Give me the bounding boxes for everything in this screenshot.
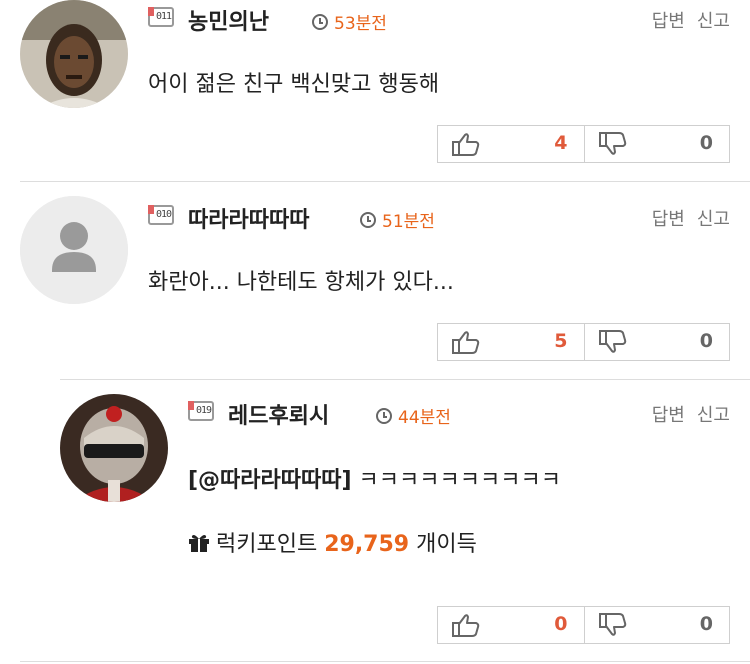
comment-actions: 답변 신고 bbox=[640, 7, 730, 33]
level-badge: 010 bbox=[148, 205, 174, 225]
comment-actions: 답변 신고 bbox=[640, 205, 730, 231]
thumbs-down-icon bbox=[598, 132, 626, 155]
upvote-button[interactable]: 4 bbox=[438, 126, 584, 162]
clock-icon bbox=[312, 14, 328, 30]
vote-bar: 5 0 bbox=[437, 323, 730, 361]
nickname[interactable]: 따라라따따따 bbox=[188, 202, 309, 234]
avatar[interactable] bbox=[60, 394, 168, 502]
upvote-button[interactable]: 5 bbox=[438, 324, 584, 360]
comment-item: 010 따라라따따따 51분전 답변 신고 화란아... 나한테도 항체가 있다.… bbox=[0, 196, 750, 376]
comment-item: 011 농민의난 53분전 답변 신고 어이 젊은 친구 백신맞고 행동해 4 0 bbox=[0, 0, 750, 180]
level-badge: 019 bbox=[188, 401, 214, 421]
timestamp: 51분전 bbox=[360, 207, 435, 232]
upvote-count: 0 bbox=[554, 613, 568, 635]
mention-link[interactable]: [@따라라따따따] bbox=[188, 468, 352, 493]
thumbs-up-icon bbox=[452, 133, 480, 156]
clock-icon bbox=[360, 212, 376, 228]
upvote-count: 4 bbox=[554, 132, 568, 154]
lucky-point-value: 29,759 bbox=[324, 532, 410, 557]
timestamp: 44분전 bbox=[376, 403, 451, 428]
thumbs-down-icon bbox=[598, 330, 626, 353]
report-button[interactable]: 신고 bbox=[697, 405, 730, 426]
divider bbox=[20, 181, 750, 182]
downvote-button[interactable]: 0 bbox=[583, 607, 730, 643]
gift-icon bbox=[189, 535, 209, 552]
thumbs-up-icon bbox=[452, 331, 480, 354]
reply-button[interactable]: 답변 bbox=[652, 405, 685, 426]
thumbs-up-icon bbox=[452, 614, 480, 637]
vote-bar: 0 0 bbox=[437, 606, 730, 644]
avatar[interactable] bbox=[20, 196, 128, 304]
reply-button[interactable]: 답변 bbox=[652, 11, 685, 32]
lucky-point-notice: 럭키포인트 29,759 개이득 bbox=[188, 526, 477, 558]
downvote-count: 0 bbox=[699, 613, 713, 635]
reply-button[interactable]: 답변 bbox=[652, 209, 685, 230]
downvote-button[interactable]: 0 bbox=[583, 126, 730, 162]
clock-icon bbox=[376, 408, 392, 424]
upvote-button[interactable]: 0 bbox=[438, 607, 584, 643]
vote-bar: 4 0 bbox=[437, 125, 730, 163]
comment-text: [@따라라따따따] ㅋㅋㅋㅋㅋㅋㅋㅋㅋㅋ bbox=[188, 468, 561, 493]
upvote-count: 5 bbox=[554, 330, 568, 352]
thumbs-down-icon bbox=[598, 613, 626, 636]
divider bbox=[20, 661, 750, 662]
downvote-button[interactable]: 0 bbox=[583, 324, 730, 360]
avatar[interactable] bbox=[20, 0, 128, 108]
level-badge: 011 bbox=[148, 7, 174, 27]
report-button[interactable]: 신고 bbox=[697, 209, 730, 230]
divider bbox=[60, 379, 750, 380]
downvote-count: 0 bbox=[699, 132, 713, 154]
reply-comment-item: 019 레드후뢰시 44분전 답변 신고 [@따라라따따따] ㅋㅋㅋㅋㅋㅋㅋㅋㅋㅋ… bbox=[0, 394, 750, 654]
report-button[interactable]: 신고 bbox=[697, 11, 730, 32]
downvote-count: 0 bbox=[699, 330, 713, 352]
comment-text: 화란아... 나한테도 항체가 있다... bbox=[148, 270, 454, 295]
default-user-icon bbox=[20, 196, 128, 304]
comment-actions: 답변 신고 bbox=[640, 401, 730, 427]
comment-text: 어이 젊은 친구 백신맞고 행동해 bbox=[148, 72, 440, 97]
timestamp: 53분전 bbox=[312, 9, 387, 34]
nickname[interactable]: 레드후뢰시 bbox=[228, 398, 329, 430]
nickname[interactable]: 농민의난 bbox=[188, 4, 269, 36]
